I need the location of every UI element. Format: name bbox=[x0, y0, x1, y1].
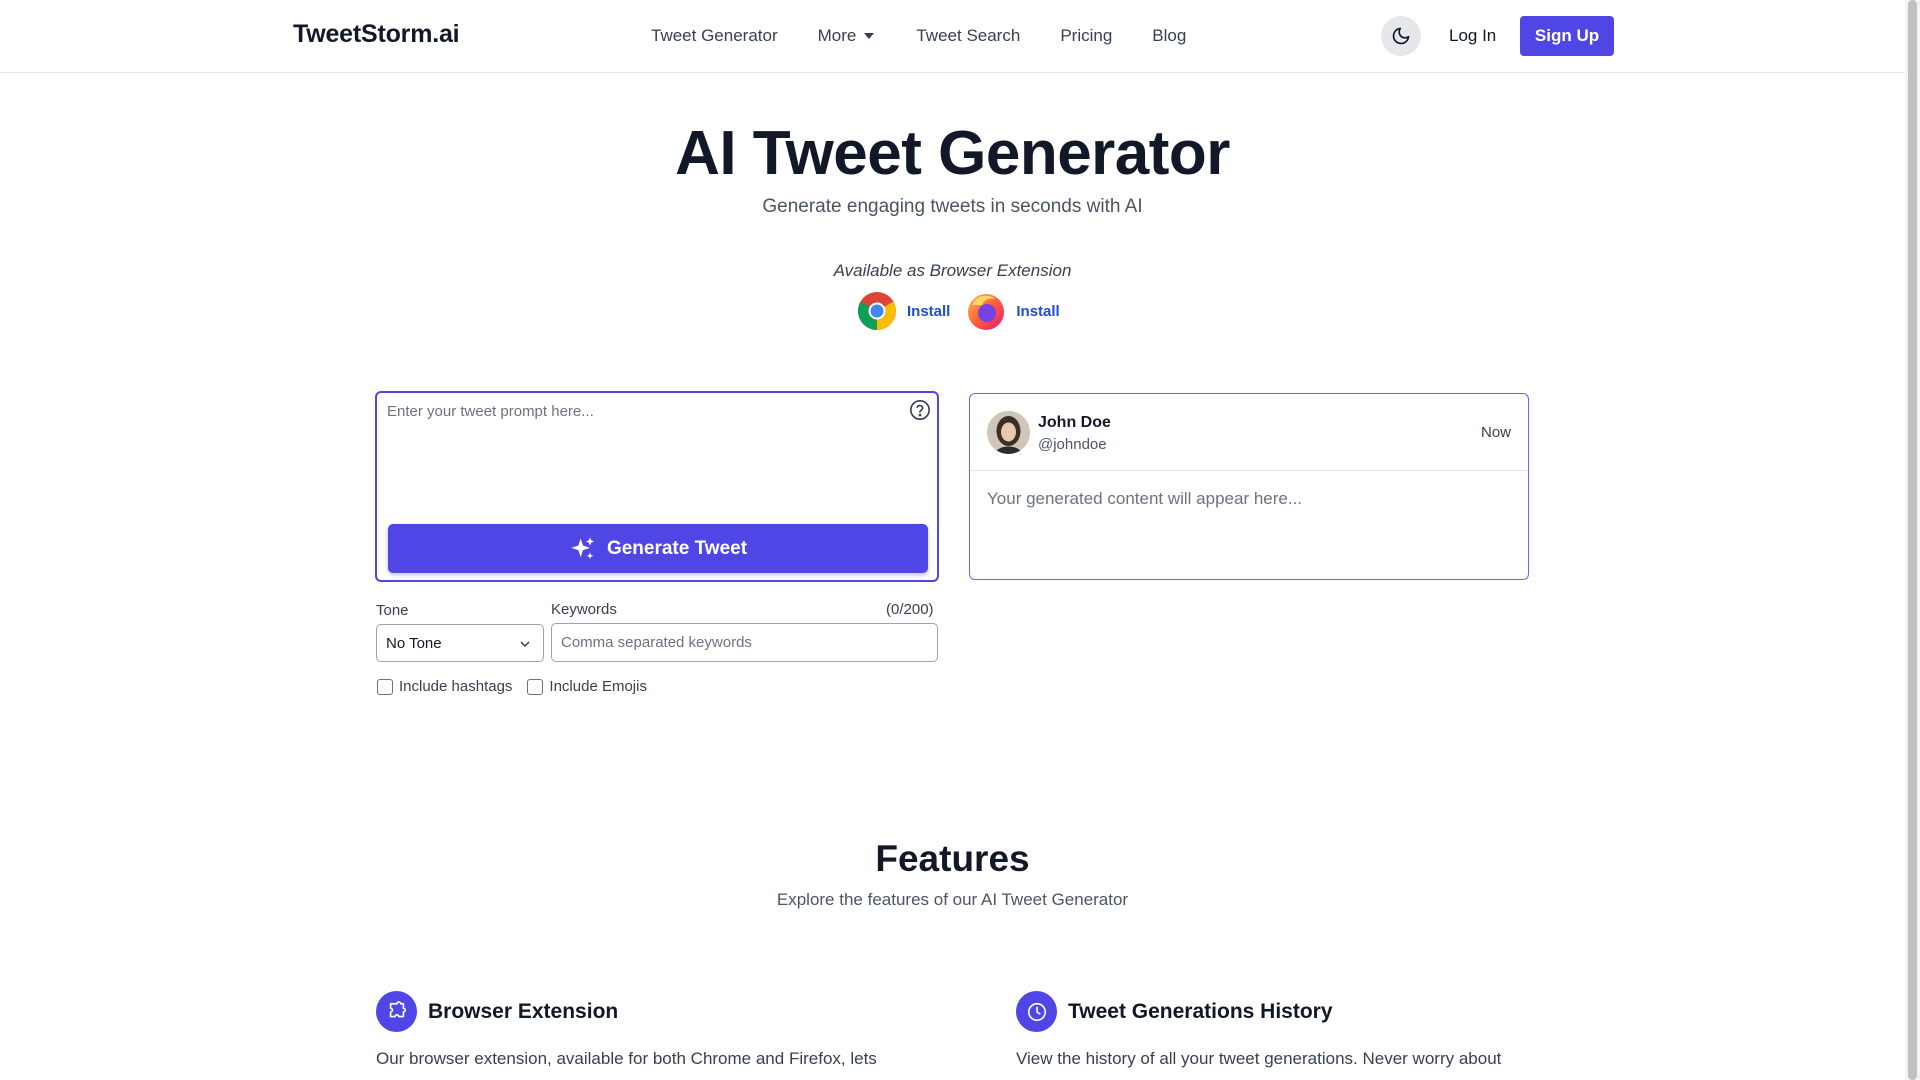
nav-blog[interactable]: Blog bbox=[1152, 26, 1186, 46]
page-subtitle: Generate engaging tweets in seconds with… bbox=[762, 196, 1143, 217]
firefox-install-link[interactable]: Install bbox=[966, 291, 1060, 331]
clock-icon bbox=[1016, 991, 1057, 1032]
generated-content-placeholder: Your generated content will appear here.… bbox=[987, 489, 1303, 508]
keywords-counter: (0/200) bbox=[886, 601, 934, 618]
features-subtitle: Explore the features of our AI Tweet Gen… bbox=[776, 890, 1129, 909]
login-link[interactable]: Log In bbox=[1449, 26, 1496, 46]
page-scrollbar[interactable] bbox=[1905, 0, 1920, 1080]
post-timestamp: Now bbox=[1480, 424, 1511, 441]
extension-label: Available as Browser Extension bbox=[833, 261, 1072, 280]
nav-more-label: More bbox=[817, 26, 857, 45]
tweet-preview-card: John Doe @johndoe Now Your generated con… bbox=[969, 393, 1529, 580]
tweet-prompt-input[interactable] bbox=[387, 403, 887, 503]
avatar-image bbox=[987, 411, 1030, 454]
generate-tweet-button[interactable]: Generate Tweet bbox=[388, 524, 928, 573]
signup-button[interactable]: Sign Up bbox=[1520, 16, 1614, 56]
site-logo[interactable]: TweetStorm.ai bbox=[293, 20, 460, 49]
moon-icon bbox=[1392, 27, 1410, 45]
site-header: TweetStorm.ai Tweet Generator More Tweet… bbox=[0, 0, 1905, 73]
chrome-icon bbox=[857, 292, 897, 331]
keywords-input[interactable] bbox=[551, 623, 938, 662]
firefox-icon bbox=[968, 294, 1005, 330]
avatar bbox=[987, 411, 1030, 454]
dark-mode-toggle[interactable] bbox=[1381, 16, 1421, 56]
sparkles-icon bbox=[571, 536, 595, 559]
tone-label: Tone bbox=[376, 602, 409, 619]
user-handle: @johndoe bbox=[1038, 436, 1107, 453]
nav-pricing[interactable]: Pricing bbox=[1060, 26, 1112, 46]
feature-description: Our browser extension, available for bot… bbox=[376, 1049, 877, 1068]
generate-tweet-label: Generate Tweet bbox=[606, 537, 748, 559]
checkbox-box[interactable] bbox=[377, 678, 393, 695]
help-icon[interactable] bbox=[909, 399, 931, 421]
caret-down-icon bbox=[864, 33, 875, 39]
options-checkboxes: Include hashtags Include Emojis bbox=[377, 678, 662, 695]
nav-more-dropdown[interactable]: More bbox=[818, 26, 875, 46]
chrome-install-link[interactable]: Install bbox=[857, 291, 950, 331]
nav-tweet-generator[interactable]: Tweet Generator bbox=[651, 26, 778, 46]
user-name: John Doe bbox=[1038, 414, 1111, 431]
keywords-label: Keywords bbox=[551, 601, 617, 618]
include-hashtags-label: Include hashtags bbox=[399, 678, 513, 695]
puzzle-icon bbox=[376, 991, 417, 1032]
tone-value: No Tone bbox=[386, 634, 442, 652]
feature-description: View the history of all your tweet gener… bbox=[1016, 1049, 1502, 1068]
feature-name: Tweet Generations History bbox=[1068, 1000, 1333, 1023]
include-emojis-label: Include Emojis bbox=[549, 678, 647, 695]
nav-tweet-search[interactable]: Tweet Search bbox=[916, 26, 1020, 46]
features-title: Features bbox=[875, 838, 1030, 879]
chevron-down-icon bbox=[520, 641, 530, 648]
chrome-install-label: Install bbox=[907, 302, 951, 320]
prompt-card: Generate Tweet bbox=[375, 391, 939, 582]
checkbox-box[interactable] bbox=[527, 678, 544, 695]
page-title: AI Tweet Generator bbox=[675, 119, 1230, 188]
main-nav: Tweet Generator More Tweet Search Pricin… bbox=[651, 26, 1226, 46]
tone-select[interactable]: No Tone bbox=[376, 624, 544, 662]
scrollbar-thumb[interactable] bbox=[1908, 0, 1917, 1080]
feature-name: Browser Extension bbox=[428, 1000, 619, 1023]
include-hashtags-checkbox[interactable]: Include hashtags bbox=[377, 678, 512, 695]
extension-links: Install Install bbox=[857, 291, 1076, 331]
firefox-install-label: Install bbox=[1016, 302, 1060, 320]
include-emojis-checkbox[interactable]: Include Emojis bbox=[527, 678, 647, 695]
tweet-preview-header: John Doe @johndoe Now bbox=[970, 394, 1528, 471]
